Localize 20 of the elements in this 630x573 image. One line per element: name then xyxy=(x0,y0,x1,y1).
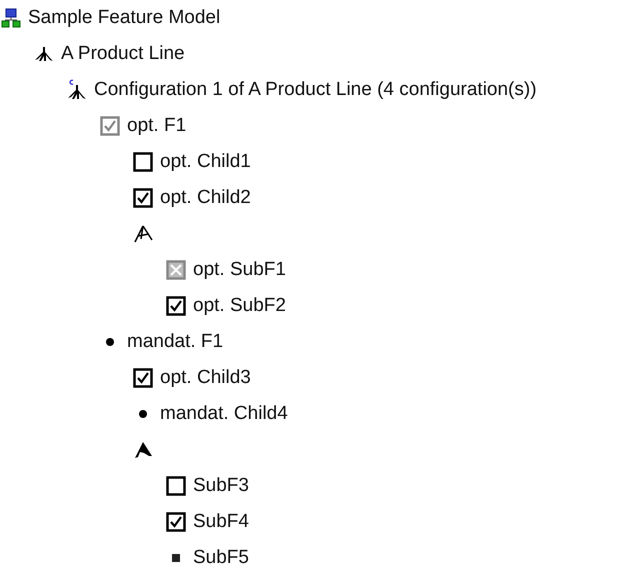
configuration-icon xyxy=(67,79,87,101)
checkbox[interactable] xyxy=(166,512,186,532)
tree-item-label[interactable]: SubF5 xyxy=(193,547,249,569)
tree-item-label[interactable]: A Product Line xyxy=(61,43,185,65)
dot-icon xyxy=(137,408,149,420)
product-line-icon xyxy=(34,44,54,64)
square-icon xyxy=(170,552,182,564)
checkbox[interactable] xyxy=(133,368,153,388)
checkbox[interactable] xyxy=(166,476,186,496)
or-group-icon xyxy=(132,224,154,244)
tree-item-label[interactable]: mandat. F1 xyxy=(127,331,224,353)
tree-item-label[interactable]: opt. Child3 xyxy=(160,367,251,389)
dot-icon xyxy=(104,336,116,348)
tree-item-label[interactable]: Configuration 1 of A Product Line (4 configuration(s)) xyxy=(94,79,537,101)
tree-item-label[interactable]: SubF3 xyxy=(193,475,249,497)
tree-item-label[interactable]: SubF4 xyxy=(193,511,249,533)
model-icon xyxy=(1,8,21,28)
alternative-group-icon xyxy=(132,440,154,460)
tree-item-label[interactable]: Sample Feature Model xyxy=(28,7,220,29)
tree-item-label[interactable]: mandat. Child4 xyxy=(160,403,288,425)
